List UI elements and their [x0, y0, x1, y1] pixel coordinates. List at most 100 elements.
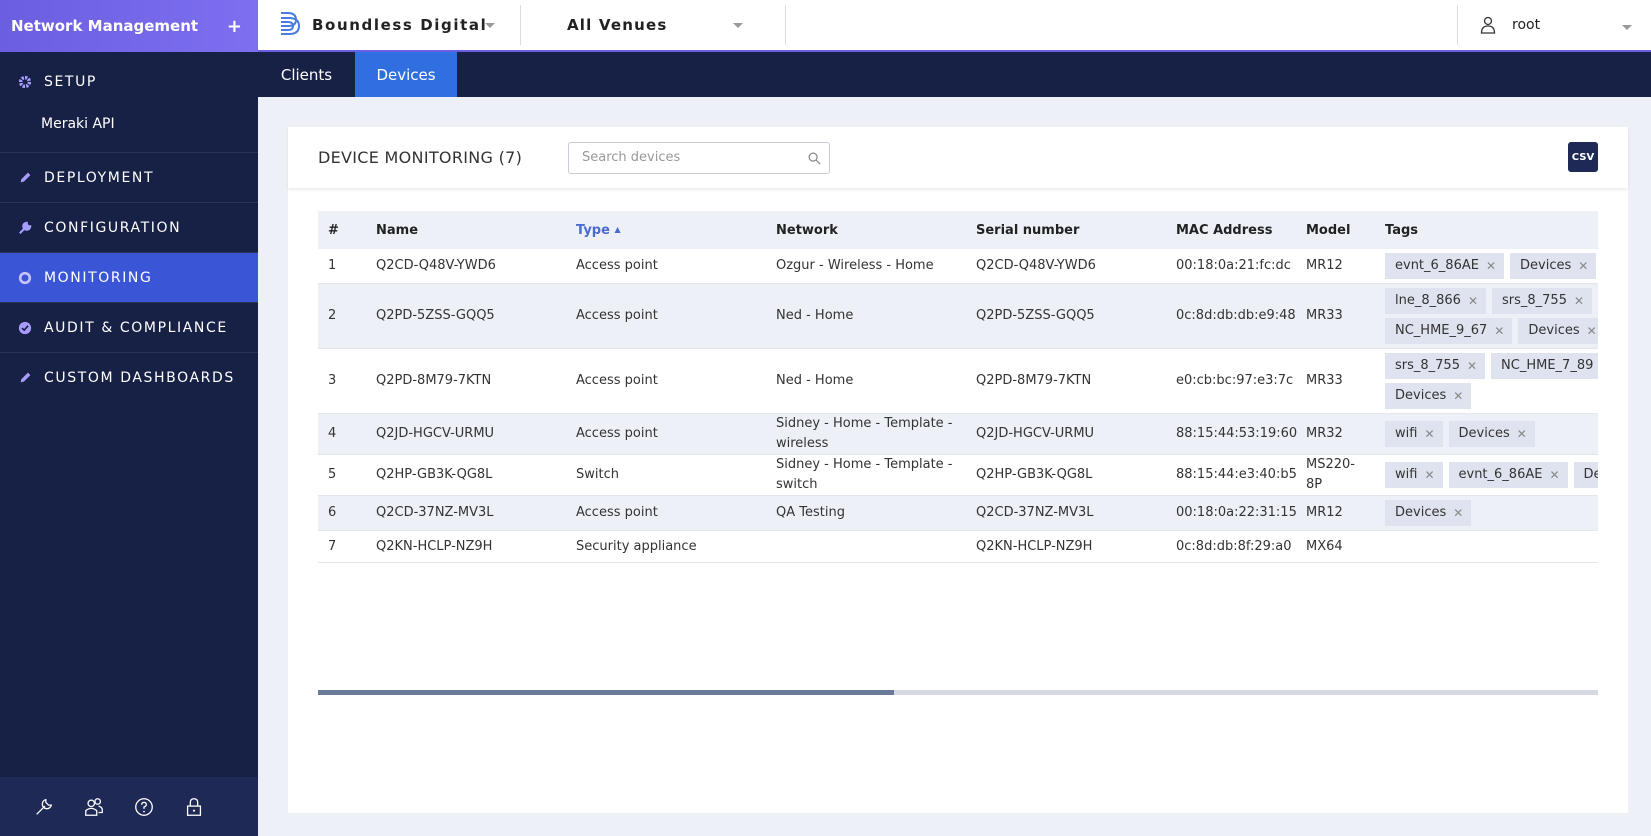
sidebar-header: Network Management + — [0, 0, 258, 52]
panel-header: DEVICE MONITORING (7) CSV — [288, 127, 1628, 188]
username: root — [1512, 17, 1541, 33]
organization-name: Boundless Digital — [312, 16, 488, 34]
column-header-tags[interactable]: Tags — [1375, 211, 1598, 249]
tag-label: srs_8_755 — [1502, 293, 1567, 308]
remove-tag-icon[interactable]: ✕ — [1424, 424, 1434, 444]
tag-chip: srs_8_755 ✕ — [1385, 353, 1486, 379]
cell-model: MR33 — [1296, 348, 1375, 414]
column-header-type[interactable]: Type ▲ — [566, 211, 766, 249]
sidebar-item-deployment[interactable]: DEPLOYMENT — [0, 153, 258, 203]
horizontal-scrollbar[interactable] — [318, 690, 1598, 695]
cell-type: Security appliance — [566, 530, 766, 563]
cell-name: Q2HP-GB3K-QG8L — [366, 454, 566, 496]
sidebar-item-custom-dashboards[interactable]: CUSTOM DASHBOARDS — [0, 353, 258, 402]
column-header-model[interactable]: Model — [1296, 211, 1375, 249]
sidebar-item-label: CUSTOM DASHBOARDS — [44, 369, 235, 386]
cell-model: MS220-8P — [1296, 454, 1375, 496]
sidebar-item-audit-compliance[interactable]: AUDIT & COMPLIANCE — [0, 303, 258, 353]
help-icon[interactable] — [132, 795, 156, 819]
cell-serial: Q2PD-5ZSS-GQQ5 — [966, 283, 1166, 349]
remove-tag-icon[interactable]: ✕ — [1587, 321, 1597, 341]
remove-tag-icon[interactable]: ✕ — [1467, 356, 1477, 376]
cell-mac: 0c:8d:db:8f:29:a0 — [1166, 530, 1296, 563]
pencil-icon — [17, 170, 33, 186]
plus-icon[interactable]: + — [227, 16, 242, 37]
table-row[interactable]: 1 Q2CD-Q48V-YWD6 Access point Ozgur - Wirel… — [318, 249, 1598, 284]
search-icon[interactable] — [808, 152, 821, 169]
tag-chip: evnt_6_86AE ✕ — [1385, 253, 1505, 279]
users-icon[interactable] — [82, 795, 106, 819]
remove-tag-icon[interactable]: ✕ — [1486, 256, 1496, 276]
tag-label: srs_8_755 — [1395, 358, 1460, 373]
wrench-icon[interactable] — [32, 795, 56, 819]
tag-label: Devices — [1528, 323, 1580, 338]
sidebar-item-label: DEPLOYMENT — [44, 169, 155, 186]
remove-tag-icon[interactable]: ✕ — [1453, 386, 1463, 406]
table-row[interactable]: 3 Q2PD-8M79-7KTN Access point Ned - Home Q2P… — [318, 348, 1598, 414]
cell-serial: Q2PD-8M79-7KTN — [966, 348, 1166, 414]
remove-tag-icon[interactable]: ✕ — [1549, 465, 1559, 485]
cell-name: Q2JD-HGCV-URMU — [366, 413, 566, 455]
sidebar-section-setup: SETUP Meraki API — [0, 52, 258, 153]
remove-tag-icon[interactable]: ✕ — [1578, 256, 1588, 276]
tag-label: Devices — [1395, 388, 1447, 403]
organization-selector[interactable]: Boundless Digital — [258, 5, 521, 45]
search-input[interactable] — [569, 142, 829, 173]
cell-number: 1 — [318, 249, 366, 284]
tag-chip: lne_8_866 ✕ — [1385, 288, 1486, 314]
sidebar-item-configuration[interactable]: CONFIGURATION — [0, 203, 258, 253]
remove-tag-icon[interactable]: ✕ — [1453, 503, 1463, 523]
csv-export-button[interactable]: CSV — [1568, 142, 1598, 172]
tab-devices[interactable]: Devices — [355, 52, 457, 97]
cell-name: Q2CD-Q48V-YWD6 — [366, 249, 566, 284]
venue-name: All Venues — [567, 16, 668, 34]
remove-tag-icon[interactable]: ✕ — [1574, 291, 1584, 311]
column-header-name[interactable]: Name — [366, 211, 566, 249]
lock-icon[interactable] — [182, 795, 206, 819]
sidebar-item-monitoring[interactable]: MONITORING — [0, 253, 258, 303]
tag-chip: evnt_6_86AE ✕ — [1448, 462, 1568, 488]
cell-type: Switch — [566, 454, 766, 496]
table-row[interactable]: 4 Q2JD-HGCV-URMU Access point Sidney - Home… — [318, 413, 1598, 455]
tag-label: lne_8_866 — [1395, 293, 1461, 308]
tag-chip: wifi ✕ — [1385, 421, 1443, 447]
sidebar-item-label: MONITORING — [44, 269, 153, 286]
cell-mac: 88:15:44:53:19:60 — [1166, 413, 1297, 455]
search-box — [568, 141, 830, 174]
tab-clients[interactable]: Clients — [258, 52, 355, 97]
cell-tags: Devices ✕ — [1375, 495, 1598, 531]
user-menu[interactable]: root — [1458, 5, 1651, 45]
cell-network — [766, 530, 966, 563]
cell-model: MR12 — [1296, 495, 1375, 531]
ring-icon — [17, 270, 33, 286]
scrollbar-thumb[interactable] — [318, 690, 894, 695]
table-row[interactable]: 7 Q2KN-HCLP-NZ9H Security appliance Q2KN-HC… — [318, 530, 1598, 563]
cell-tags: wifi ✕ evnt_6_86AE ✕ Devices✕ — [1375, 454, 1598, 496]
tag-chip: NC_HME_9_67 ✕ — [1385, 318, 1513, 344]
cell-serial: Q2HP-GB3K-QG8L — [966, 454, 1166, 496]
table-row[interactable]: 5 Q2HP-GB3K-QG8L Switch Sidney - Home - Tem… — [318, 454, 1598, 496]
venue-selector[interactable]: All Venues — [521, 5, 786, 45]
tag-label: wifi — [1395, 426, 1418, 441]
cell-type: Access point — [566, 348, 766, 414]
wrench-icon — [17, 220, 33, 236]
tag-label: NC_HME_9_67 — [1395, 323, 1488, 338]
column-header-serial[interactable]: Serial number — [966, 211, 1166, 249]
remove-tag-icon[interactable]: ✕ — [1468, 291, 1478, 311]
column-header-network[interactable]: Network — [766, 211, 966, 249]
tag-chip: Devices✕ — [1573, 462, 1598, 488]
sidebar-item-meraki-api[interactable]: Meraki API — [0, 104, 258, 144]
column-header-mac[interactable]: MAC Address — [1166, 211, 1296, 249]
remove-tag-icon[interactable]: ✕ — [1424, 465, 1434, 485]
sidebar-item-setup[interactable]: SETUP — [0, 52, 258, 104]
remove-tag-icon[interactable]: ✕ — [1494, 321, 1504, 341]
remove-tag-icon[interactable]: ✕ — [1517, 424, 1527, 444]
sidebar-item-label: SETUP — [44, 74, 97, 90]
table-row[interactable]: 2 Q2PD-5ZSS-GQQ5 Access point Ned - Home Q2P… — [318, 283, 1598, 349]
column-header-number[interactable]: # — [318, 211, 366, 249]
cell-model: MR32 — [1296, 413, 1375, 455]
table-header-row: # Name Type ▲ Network Serial number MAC … — [318, 211, 1598, 249]
table-row[interactable]: 6 Q2CD-37NZ-MV3L Access point QA Testing Q2C… — [318, 495, 1598, 531]
cell-type: Access point — [566, 495, 766, 531]
tag-label: Devices — [1458, 426, 1510, 441]
